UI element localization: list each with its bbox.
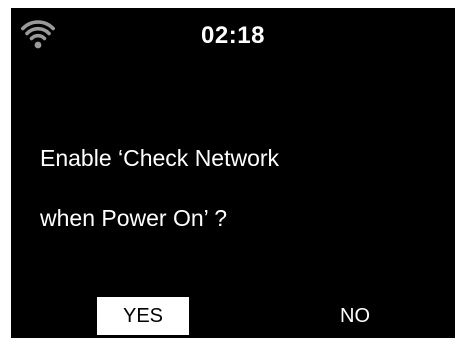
clock-time: 02:18 bbox=[201, 22, 265, 49]
device-screen: 02:18 Enable ‘Check Network when Power O… bbox=[11, 8, 455, 338]
yes-button[interactable]: YES bbox=[97, 297, 189, 335]
no-button[interactable]: NO bbox=[309, 297, 401, 335]
dialog-question-line-2: when Power On’ ? bbox=[40, 205, 228, 231]
dialog-question-line-1: Enable ‘Check Network bbox=[40, 145, 280, 171]
